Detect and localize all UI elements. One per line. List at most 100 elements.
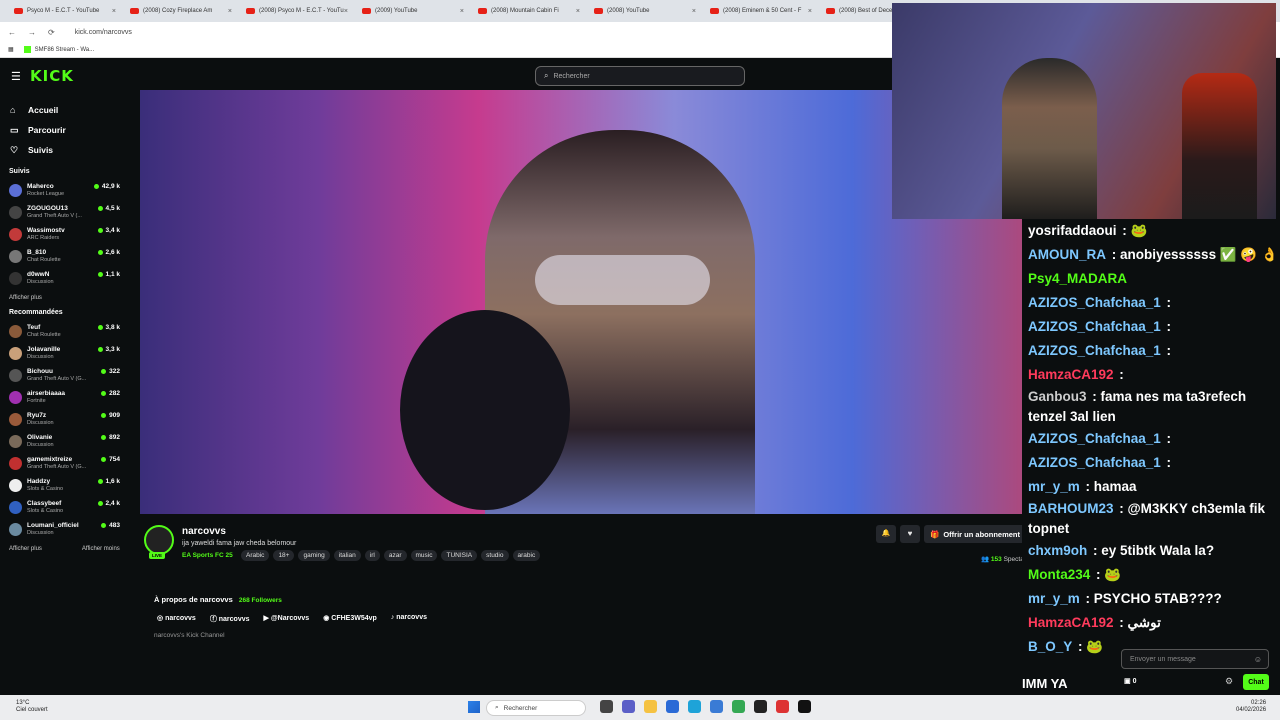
chat-username[interactable]: Psy4_MADARA: [1028, 271, 1127, 286]
tab-close-icon[interactable]: ×: [228, 8, 232, 15]
show-more-button[interactable]: Afficher plus: [9, 546, 42, 552]
explorer-icon[interactable]: [644, 700, 657, 713]
social-link[interactable]: ▶ @Narcovvs: [264, 614, 310, 624]
tab-close-icon[interactable]: ×: [460, 8, 464, 15]
channel-avatar[interactable]: [144, 525, 174, 555]
browser-tab[interactable]: (2009) YouTube ×: [356, 2, 470, 20]
stream-tag[interactable]: Arabic: [241, 550, 270, 561]
task-view-icon[interactable]: [600, 700, 613, 713]
stream-tag[interactable]: 18+: [273, 550, 295, 561]
kick-app-icon[interactable]: [798, 700, 811, 713]
sidebar-channel[interactable]: Jolavanille Discussion 3,3 k: [0, 342, 140, 364]
stream-tag[interactable]: music: [410, 550, 438, 561]
url-text[interactable]: kick.com/narcovvs: [75, 29, 132, 36]
edge-icon[interactable]: [688, 700, 701, 713]
chat-username[interactable]: HamzaCA192: [1028, 367, 1114, 382]
show-less-button[interactable]: Afficher moins: [82, 546, 120, 552]
bookmark-item[interactable]: SMF86 Stream - Wa...: [35, 47, 94, 53]
menu-icon[interactable]: ☰: [11, 70, 21, 83]
chat-username[interactable]: AZIZOS_Chafchaa_1: [1028, 431, 1161, 446]
windows-start-icon[interactable]: [468, 701, 480, 713]
browser-tab[interactable]: (2008) YouTube ×: [588, 2, 702, 20]
browser-tab[interactable]: (2008) Cozy Fireplace Am ×: [124, 2, 238, 20]
chat-username[interactable]: AMOUN_RA: [1028, 247, 1106, 262]
sidebar-channel[interactable]: Teuf Chat Roulette 3,8 k: [0, 320, 140, 342]
browser-tab[interactable]: (2008) Eminem & 50 Cent - F ×: [704, 2, 818, 20]
chat-send-button[interactable]: Chat: [1243, 674, 1269, 690]
social-link[interactable]: ⓕ narcovvs: [210, 614, 250, 624]
chat-username[interactable]: yosrifaddaoui: [1028, 223, 1117, 238]
tab-close-icon[interactable]: ×: [344, 8, 348, 15]
followed-show-more[interactable]: Afficher plus: [9, 295, 42, 301]
sidebar-channel[interactable]: B_810 Chat Roulette 2,6 k: [0, 245, 140, 267]
recorder-icon[interactable]: [776, 700, 789, 713]
browser-tab[interactable]: (2008) Mountain Cabin Fi ×: [472, 2, 586, 20]
sidebar-nav-item[interactable]: ▭ Parcourir: [10, 120, 140, 140]
chat-username[interactable]: HamzaCA192: [1028, 615, 1114, 630]
gift-subscription-button[interactable]: 🎁 Offrir un abonnement: [924, 525, 1028, 543]
sidebar-channel[interactable]: Maherco Rocket League 42,9 k: [0, 179, 140, 201]
kick-logo[interactable]: KICK: [30, 67, 74, 85]
browser-tab[interactable]: Psyco M - E.C.T - YouTube ×: [8, 2, 122, 20]
store-icon[interactable]: [666, 700, 679, 713]
chat-username[interactable]: AZIZOS_Chafchaa_1: [1028, 295, 1161, 310]
follow-heart-icon[interactable]: ♥: [900, 525, 920, 543]
stream-category[interactable]: EA Sports FC 25: [182, 552, 233, 559]
chat-username[interactable]: AZIZOS_Chafchaa_1: [1028, 343, 1161, 358]
sidebar-channel[interactable]: Ryu7z Discussion 909: [0, 408, 140, 430]
chat-username[interactable]: mr_y_m: [1028, 591, 1080, 606]
teams-icon[interactable]: [622, 700, 635, 713]
sidebar-channel[interactable]: Wassimostv ARC Raiders 3,4 k: [0, 223, 140, 245]
chat-username[interactable]: Monta234: [1028, 567, 1090, 582]
chat-username[interactable]: mr_y_m: [1028, 479, 1080, 494]
reload-icon[interactable]: ⟳: [48, 28, 55, 37]
chat-settings-icon[interactable]: ⚙: [1225, 676, 1233, 687]
sidebar-nav-item[interactable]: ⌂ Accueil: [10, 100, 140, 120]
social-link[interactable]: ◉ CFHE3W54vp: [323, 614, 377, 624]
chat-points[interactable]: ▣ 0: [1124, 677, 1136, 685]
stream-tag[interactable]: TUNISIA: [441, 550, 478, 561]
app-icon[interactable]: [710, 700, 723, 713]
tab-close-icon[interactable]: ×: [576, 8, 580, 15]
channel-name[interactable]: narcovvs: [182, 526, 226, 537]
bell-icon[interactable]: 🔔: [876, 525, 896, 543]
terminal-icon[interactable]: [754, 700, 767, 713]
chat-input[interactable]: Envoyer un message ☺: [1121, 649, 1269, 669]
sidebar-channel[interactable]: Loumani_officiel Discussion 483: [0, 518, 140, 540]
sidebar-channel[interactable]: gamemixtreize Grand Theft Auto V (G... 754: [0, 452, 140, 474]
apps-icon[interactable]: ▦: [8, 46, 14, 53]
weather-widget[interactable]: 13°C Ciel couvert: [16, 700, 48, 714]
chat-username[interactable]: chxm9oh: [1028, 543, 1087, 558]
social-link[interactable]: ♪ narcovvs: [391, 614, 427, 624]
forward-icon[interactable]: →: [28, 28, 36, 37]
stream-tag[interactable]: italian: [333, 550, 361, 561]
chat-username[interactable]: B_O_Y: [1028, 639, 1072, 654]
chat-username[interactable]: AZIZOS_Chafchaa_1: [1028, 455, 1161, 470]
stream-tag[interactable]: arabic: [512, 550, 541, 561]
stream-tag[interactable]: irl: [364, 550, 380, 561]
sidebar-channel[interactable]: Olivanie Discussion 892: [0, 430, 140, 452]
system-clock[interactable]: 02:26 04/02/2026: [1236, 700, 1266, 714]
taskbar-search[interactable]: ⌕ Rechercher: [486, 700, 586, 716]
sidebar-nav-item[interactable]: ♡ Suivis: [10, 140, 140, 160]
social-link[interactable]: ◎ narcovvs: [157, 614, 196, 624]
browser-tab[interactable]: (2008) Psyco M - E.C.T - YouTu ×: [240, 2, 354, 20]
sidebar-channel[interactable]: Haddzy Slots & Casino 1,6 k: [0, 474, 140, 496]
tab-close-icon[interactable]: ×: [808, 8, 812, 15]
back-icon[interactable]: ←: [8, 28, 16, 37]
chat-username[interactable]: AZIZOS_Chafchaa_1: [1028, 319, 1161, 334]
search-input[interactable]: ⌕ Rechercher: [535, 66, 745, 86]
chat-username[interactable]: BARHOUM23: [1028, 501, 1114, 516]
stream-tag[interactable]: gaming: [298, 550, 330, 561]
tab-close-icon[interactable]: ×: [692, 8, 696, 15]
sidebar-channel[interactable]: d0wwN Discussion 1,1 k: [0, 267, 140, 289]
stream-tag[interactable]: azar: [383, 550, 407, 561]
chrome-icon[interactable]: [732, 700, 745, 713]
sidebar-channel[interactable]: ZGOUGOU13 Grand Theft Auto V (... 4,5 k: [0, 201, 140, 223]
tab-close-icon[interactable]: ×: [112, 8, 116, 15]
chat-username[interactable]: Ganbou3: [1028, 389, 1087, 404]
sidebar-channel[interactable]: Classybeef Slots & Casino 2,4 k: [0, 496, 140, 518]
sidebar-channel[interactable]: airserbiaaaa Fortnite 282: [0, 386, 140, 408]
stream-tag[interactable]: studio: [481, 550, 509, 561]
emoji-icon[interactable]: ☺: [1254, 655, 1262, 664]
